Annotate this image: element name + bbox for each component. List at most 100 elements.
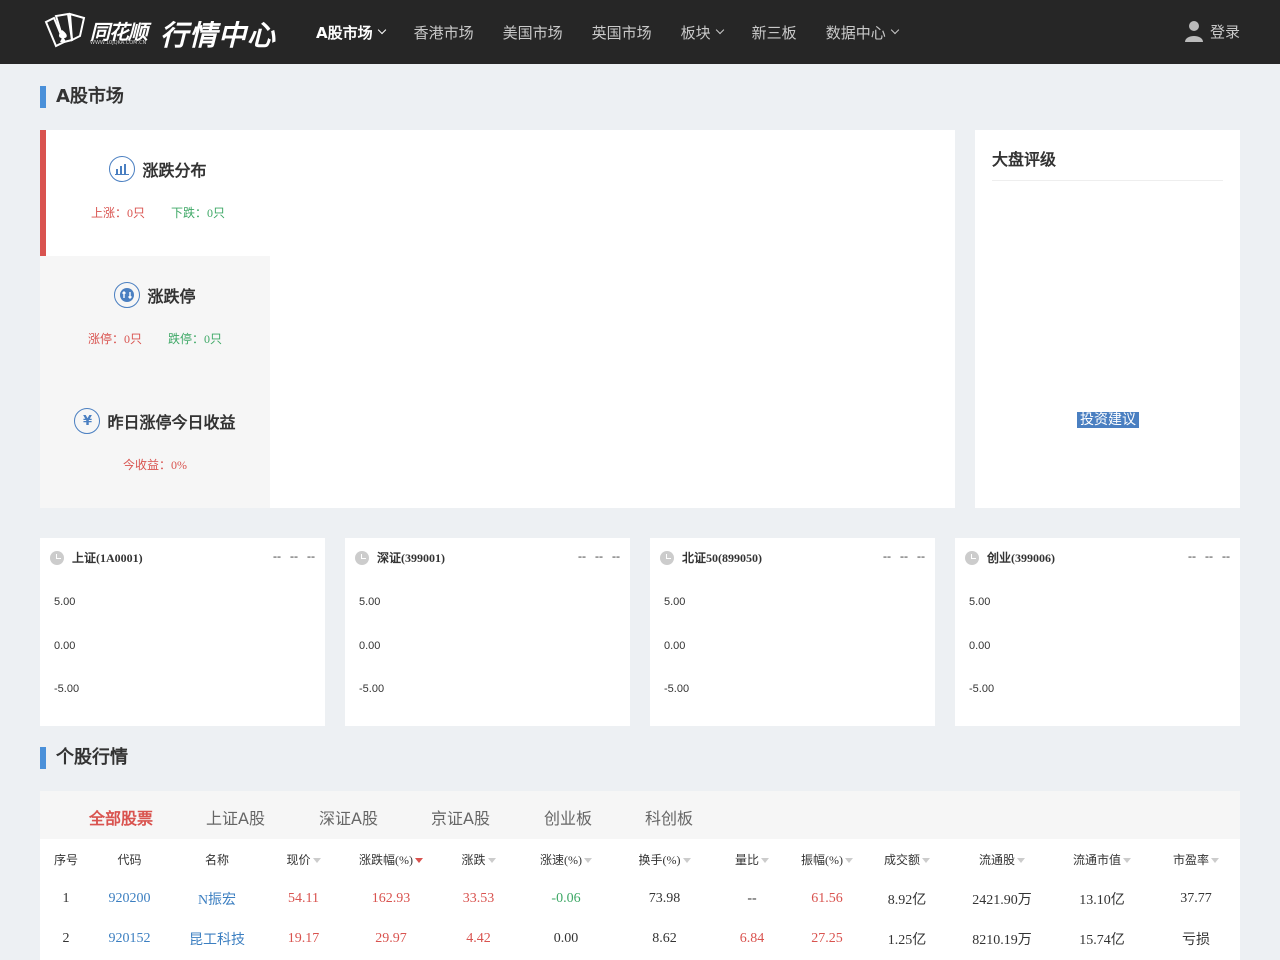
col-index: 序号 [40,839,92,879]
col-price[interactable]: 现价 [267,839,340,879]
axis-label-top: 5.00 [664,596,686,608]
tab-rise-fall-distribution[interactable]: 涨跌分布 上涨：0只 下跌：0只 [40,130,270,256]
axis-label-top: 5.00 [969,596,991,608]
cell-amplitude: 61.56 [811,891,843,906]
stock-quotes-panel: 全部股票 上证A股 深证A股 京证A股 创业板 科创板 序号 代码 名称 现价 … [40,791,1240,960]
col-amplitude[interactable]: 振幅(%) [792,839,862,879]
tab-title: 昨日涨停今日收益 [107,413,236,432]
axis-label-mid: 0.00 [359,640,381,652]
index-card-shenzhen[interactable]: 深证(399001) -- -- -- 5.00 0.00 -5.00 [345,538,630,726]
sort-icon [1211,858,1219,864]
col-change-pct[interactable]: 涨跌幅(%) [340,839,442,879]
sort-icon [312,858,321,864]
cell-float-cap: 13.10亿 [1079,893,1125,908]
sort-icon [584,858,592,864]
chevron-down-icon [377,25,386,35]
cell-code-link[interactable]: 920200 [92,879,167,919]
sort-icon [487,858,496,864]
tab-shenzhen-a[interactable]: 深证A股 [319,805,378,829]
cell-amplitude: 27.25 [811,931,843,946]
axis-label-bottom: -5.00 [664,683,690,695]
nav-label: 新三板 [751,23,797,42]
tab-limit-up-down[interactable]: 涨跌停 涨停：0只 跌停：0只 [40,256,270,382]
tab-all-stocks[interactable]: 全部股票 [89,805,153,829]
axis-label-bottom: -5.00 [359,683,385,695]
column-label: 成交额 [883,852,920,867]
index-card-beijing50[interactable]: 北证50(899050) -- -- -- 5.00 0.00 -5.00 [650,538,935,726]
sort-icon [845,858,853,864]
nav-a-share[interactable]: A股市场 [316,22,386,43]
tab-chinext[interactable]: 创业板 [544,805,592,829]
cell-speed: -0.06 [551,891,581,906]
index-card-header: 北证50(899050) [660,549,762,566]
page-title: A股市场 [40,86,124,108]
index-card-chinext[interactable]: 创业(399006) -- -- -- 5.00 0.00 -5.00 [955,538,1240,726]
cell-code-link[interactable]: 920152 [92,919,167,959]
cell-index: 1 [62,891,70,906]
cell-speed: 0.00 [553,931,579,946]
tab-yesterday-limit-up-return[interactable]: ¥ 昨日涨停今日收益 今收益：0% [40,382,270,508]
nav-sectors[interactable]: 板块 [681,22,724,43]
fall-count: 下跌：0只 [171,206,226,220]
clock-icon [355,550,369,565]
logo-cards-icon [44,12,86,48]
axis-label-mid: 0.00 [969,640,991,652]
col-float-cap[interactable]: 流通市值 [1052,839,1152,879]
nav-label: 美国市场 [502,23,563,42]
cell-change: 4.42 [466,931,491,946]
col-amount[interactable]: 成交额 [862,839,952,879]
column-label: 名称 [204,852,229,867]
col-turnover[interactable]: 换手(%) [617,839,712,879]
nav-neeq[interactable]: 新三板 [752,22,797,43]
yuan-icon: ¥ [74,408,101,434]
main-nav: A股市场 香港市场 美国市场 英国市场 板块 新三板 数据中心 [316,0,927,64]
tab-stats: 上涨：0只 下跌：0只 [46,204,270,221]
site-logo[interactable]: 同花顺 WWW.10JQKA.COM.CN 行情中心 [42,12,292,52]
col-speed[interactable]: 涨速(%) [515,839,617,879]
col-float-shares[interactable]: 流通股 [952,839,1052,879]
stock-section-title: 个股行情 [40,747,128,769]
index-name: 上证(1A0001) [72,551,143,565]
col-volume-ratio[interactable]: 量比 [712,839,792,879]
cell-change-pct: 162.93 [371,891,411,906]
up-down-arrows-icon [114,282,141,308]
nav-data-center[interactable]: 数据中心 [826,22,899,43]
column-label: 涨速(%) [540,852,582,867]
column-label: 涨跌幅(%) [359,852,413,867]
tab-beijing-a[interactable]: 京证A股 [431,805,490,829]
tab-star-market[interactable]: 科创板 [645,805,693,829]
cell-price: 54.11 [288,891,319,906]
sort-icon [922,858,930,864]
index-values: -- -- -- [883,549,925,563]
chevron-down-icon [715,25,724,35]
nav-label: A股市场 [316,23,373,42]
login-button[interactable]: 登录 [1184,20,1240,42]
column-label: 序号 [53,852,78,867]
nav-us-market[interactable]: 美国市场 [503,22,563,43]
index-card-shanghai[interactable]: 上证(1A0001) -- -- -- 5.00 0.00 -5.00 [40,538,325,726]
column-label: 代码 [117,852,142,867]
col-pe[interactable]: 市盈率 [1152,839,1240,879]
login-label: 登录 [1209,22,1240,41]
chevron-down-icon [890,25,899,35]
column-label: 量比 [734,852,759,867]
stock-tabs: 全部股票 上证A股 深证A股 京证A股 创业板 科创板 [40,791,1240,839]
cell-float-shares: 2421.90万 [972,893,1032,908]
nav-hk-market[interactable]: 香港市场 [414,22,474,43]
cell-index: 2 [62,931,70,946]
column-label: 振幅(%) [801,852,843,867]
brand-url: WWW.10JQKA.COM.CN [90,40,147,46]
cell-name-link[interactable]: 昆工科技 [167,919,267,959]
axis-label-top: 5.00 [54,596,76,608]
tab-heading: 涨跌分布 [46,156,270,182]
cell-volume-ratio: 6.84 [739,931,765,946]
cell-change-pct: 29.97 [375,931,407,946]
table-row: 1 920200 N振宏 54.11 162.93 33.53 -0.06 73… [40,879,1240,919]
sort-icon [1123,858,1131,864]
nav-uk-market[interactable]: 英国市场 [592,22,652,43]
cell-name-link[interactable]: N振宏 [167,879,267,919]
column-label: 现价 [286,852,311,867]
col-change[interactable]: 涨跌 [442,839,515,879]
table-row: 2 920152 昆工科技 19.17 29.97 4.42 0.00 8.62… [40,919,1240,959]
tab-shanghai-a[interactable]: 上证A股 [206,805,265,829]
